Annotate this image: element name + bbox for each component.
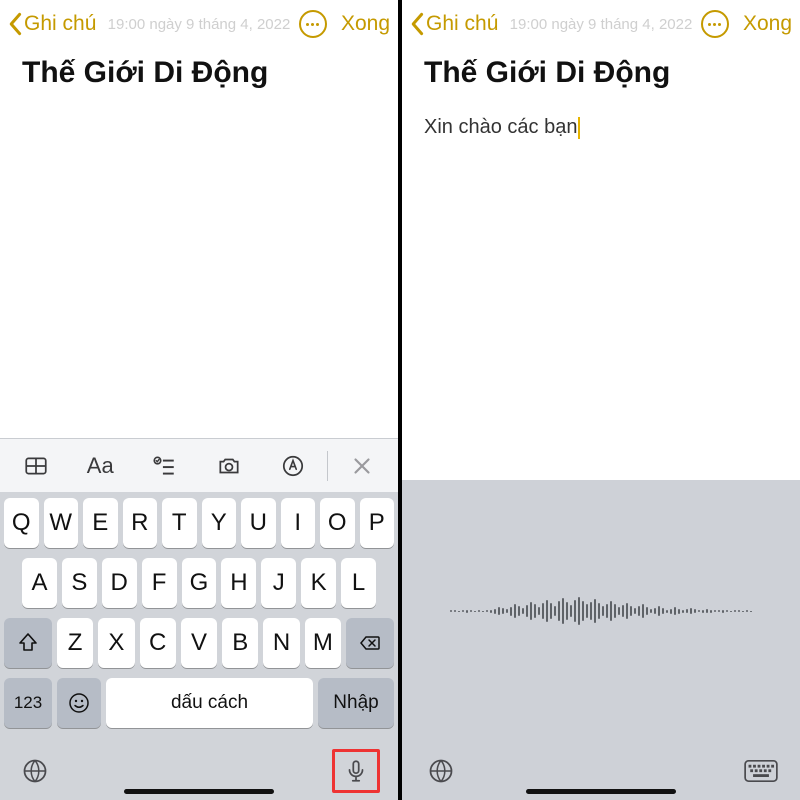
note-title: Thế Giới Di Động <box>424 56 778 90</box>
keyboard: QWERTYUIOP ASDFGHJKL ZXCVBNM 123 dấu các… <box>0 492 398 742</box>
back-button[interactable]: Ghi chú <box>410 12 498 36</box>
emoji-key[interactable] <box>57 678 101 728</box>
key-n[interactable]: N <box>263 618 299 668</box>
waveform-icon <box>450 597 752 625</box>
show-keyboard-button[interactable] <box>744 754 778 788</box>
camera-button[interactable] <box>199 446 259 486</box>
text-cursor <box>578 117 580 139</box>
backspace-key[interactable] <box>346 618 394 668</box>
home-indicator[interactable] <box>526 789 676 794</box>
key-l[interactable]: L <box>341 558 376 608</box>
table-button[interactable] <box>6 446 66 486</box>
notes-format-toolbar: Aa <box>0 438 398 492</box>
more-button[interactable] <box>299 10 327 38</box>
chevron-left-icon <box>8 12 24 36</box>
phone-left: Ghi chú 19:00 ngày 9 tháng 4, 2022 Xong … <box>0 0 398 800</box>
home-indicator[interactable] <box>124 789 274 794</box>
key-v[interactable]: V <box>181 618 217 668</box>
key-f[interactable]: F <box>142 558 177 608</box>
key-q[interactable]: Q <box>4 498 39 548</box>
dictation-panel <box>402 480 800 800</box>
key-y[interactable]: Y <box>202 498 237 548</box>
backspace-icon <box>358 631 382 655</box>
close-toolbar-button[interactable] <box>332 446 392 486</box>
table-icon <box>23 453 49 479</box>
chevron-left-icon <box>410 12 426 36</box>
aa-label: Aa <box>87 453 114 479</box>
keyboard-icon <box>744 759 778 783</box>
dictation-highlight <box>332 749 380 793</box>
shift-key[interactable] <box>4 618 52 668</box>
key-p[interactable]: P <box>360 498 395 548</box>
more-icon <box>708 23 721 26</box>
key-c[interactable]: C <box>140 618 176 668</box>
key-w[interactable]: W <box>44 498 79 548</box>
globe-button[interactable] <box>18 754 52 788</box>
markup-icon <box>280 453 306 479</box>
camera-icon <box>216 453 242 479</box>
key-s[interactable]: S <box>62 558 97 608</box>
note-editor[interactable]: Thế Giới Di Động <box>0 48 398 438</box>
globe-button[interactable] <box>424 754 458 788</box>
key-z[interactable]: Z <box>57 618 93 668</box>
key-x[interactable]: X <box>98 618 134 668</box>
waveform-area <box>402 480 800 742</box>
shift-icon <box>16 631 40 655</box>
keyboard-area: Aa QWERTYUIOP ASDFGHJKL ZXCVBNM <box>0 438 398 800</box>
key-h[interactable]: H <box>221 558 256 608</box>
more-button[interactable] <box>701 10 729 38</box>
phone-right: Ghi chú 19:00 ngày 9 tháng 4, 2022 Xong … <box>402 0 800 800</box>
key-b[interactable]: B <box>222 618 258 668</box>
key-d[interactable]: D <box>102 558 137 608</box>
text-format-button[interactable]: Aa <box>70 446 130 486</box>
toolbar-divider <box>327 451 328 481</box>
markup-button[interactable] <box>263 446 323 486</box>
note-editor[interactable]: Thế Giới Di Động Xin chào các bạn <box>402 48 800 480</box>
nav-bar: Ghi chú 19:00 ngày 9 tháng 4, 2022 Xong <box>402 0 800 48</box>
dictation-button[interactable] <box>339 754 373 788</box>
key-u[interactable]: U <box>241 498 276 548</box>
emoji-icon <box>67 691 91 715</box>
key-t[interactable]: T <box>162 498 197 548</box>
done-button[interactable]: Xong <box>743 12 792 36</box>
space-key[interactable]: dấu cách <box>106 678 313 728</box>
close-icon <box>349 453 375 479</box>
note-title: Thế Giới Di Động <box>22 56 376 90</box>
key-o[interactable]: O <box>320 498 355 548</box>
globe-icon <box>427 757 455 785</box>
key-i[interactable]: I <box>281 498 316 548</box>
checklist-icon <box>151 453 177 479</box>
key-a[interactable]: A <box>22 558 57 608</box>
return-key[interactable]: Nhập <box>318 678 394 728</box>
back-button[interactable]: Ghi chú <box>8 12 96 36</box>
globe-icon <box>21 757 49 785</box>
note-body-text: Xin chào các bạn <box>424 116 778 139</box>
numbers-key[interactable]: 123 <box>4 678 52 728</box>
checklist-button[interactable] <box>134 446 194 486</box>
back-label: Ghi chú <box>426 12 498 36</box>
key-r[interactable]: R <box>123 498 158 548</box>
done-button[interactable]: Xong <box>341 12 390 36</box>
key-k[interactable]: K <box>301 558 336 608</box>
key-g[interactable]: G <box>182 558 217 608</box>
mic-icon <box>343 758 369 784</box>
key-e[interactable]: E <box>83 498 118 548</box>
back-label: Ghi chú <box>24 12 96 36</box>
key-m[interactable]: M <box>305 618 341 668</box>
nav-bar: Ghi chú 19:00 ngày 9 tháng 4, 2022 Xong <box>0 0 398 48</box>
key-j[interactable]: J <box>261 558 296 608</box>
more-icon <box>306 23 319 26</box>
